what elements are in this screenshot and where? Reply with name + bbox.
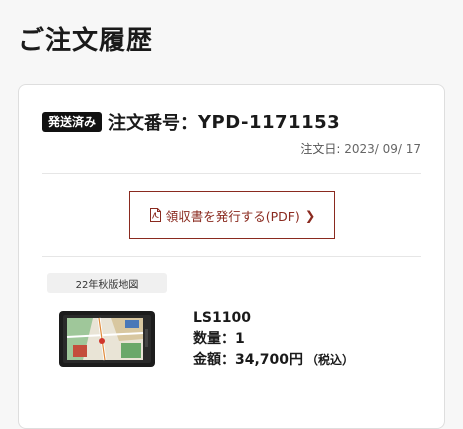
tax-note: （税込） — [306, 353, 355, 367]
page-title: ご注文履歴 — [18, 26, 154, 56]
divider — [42, 256, 421, 257]
product-image[interactable] — [59, 311, 155, 367]
order-date: 注文日: 2023/ 09/ 17 — [300, 140, 421, 157]
pdf-file-icon — [149, 208, 161, 222]
product-price: 金額：34,700円 （税込） — [193, 350, 354, 371]
issue-receipt-pdf-button[interactable]: 領収書を発行する(PDF) ❯ — [129, 191, 335, 239]
product-info: LS1100 数量：1 金額：34,700円 （税込） — [193, 308, 354, 371]
order-card: 発送済み 注文番号： YPD-1171153 注文日: 2023/ 09/ 17… — [18, 84, 445, 429]
product-quantity: 数量：1 — [193, 329, 354, 350]
quantity-value: 1 — [235, 331, 245, 347]
product-tag: 22年秋版地図 — [47, 273, 167, 293]
quantity-label: 数量： — [193, 331, 235, 347]
product-name: LS1100 — [193, 310, 251, 326]
order-number: YPD-1171153 — [198, 111, 341, 133]
price-value: 34,700円 — [235, 352, 304, 368]
divider — [42, 173, 421, 174]
price-label: 金額： — [193, 352, 235, 368]
order-date-label: 注文日: — [300, 142, 345, 156]
order-number-label: 注文番号： — [108, 113, 199, 134]
chevron-right-icon: ❯ — [304, 207, 316, 223]
status-badge: 発送済み — [42, 112, 103, 132]
order-date-value: 2023/ 09/ 17 — [344, 142, 421, 156]
order-header: 発送済み 注文番号： YPD-1171153 — [42, 109, 340, 135]
receipt-button-label: 領収書を発行する(PDF) — [165, 208, 300, 224]
